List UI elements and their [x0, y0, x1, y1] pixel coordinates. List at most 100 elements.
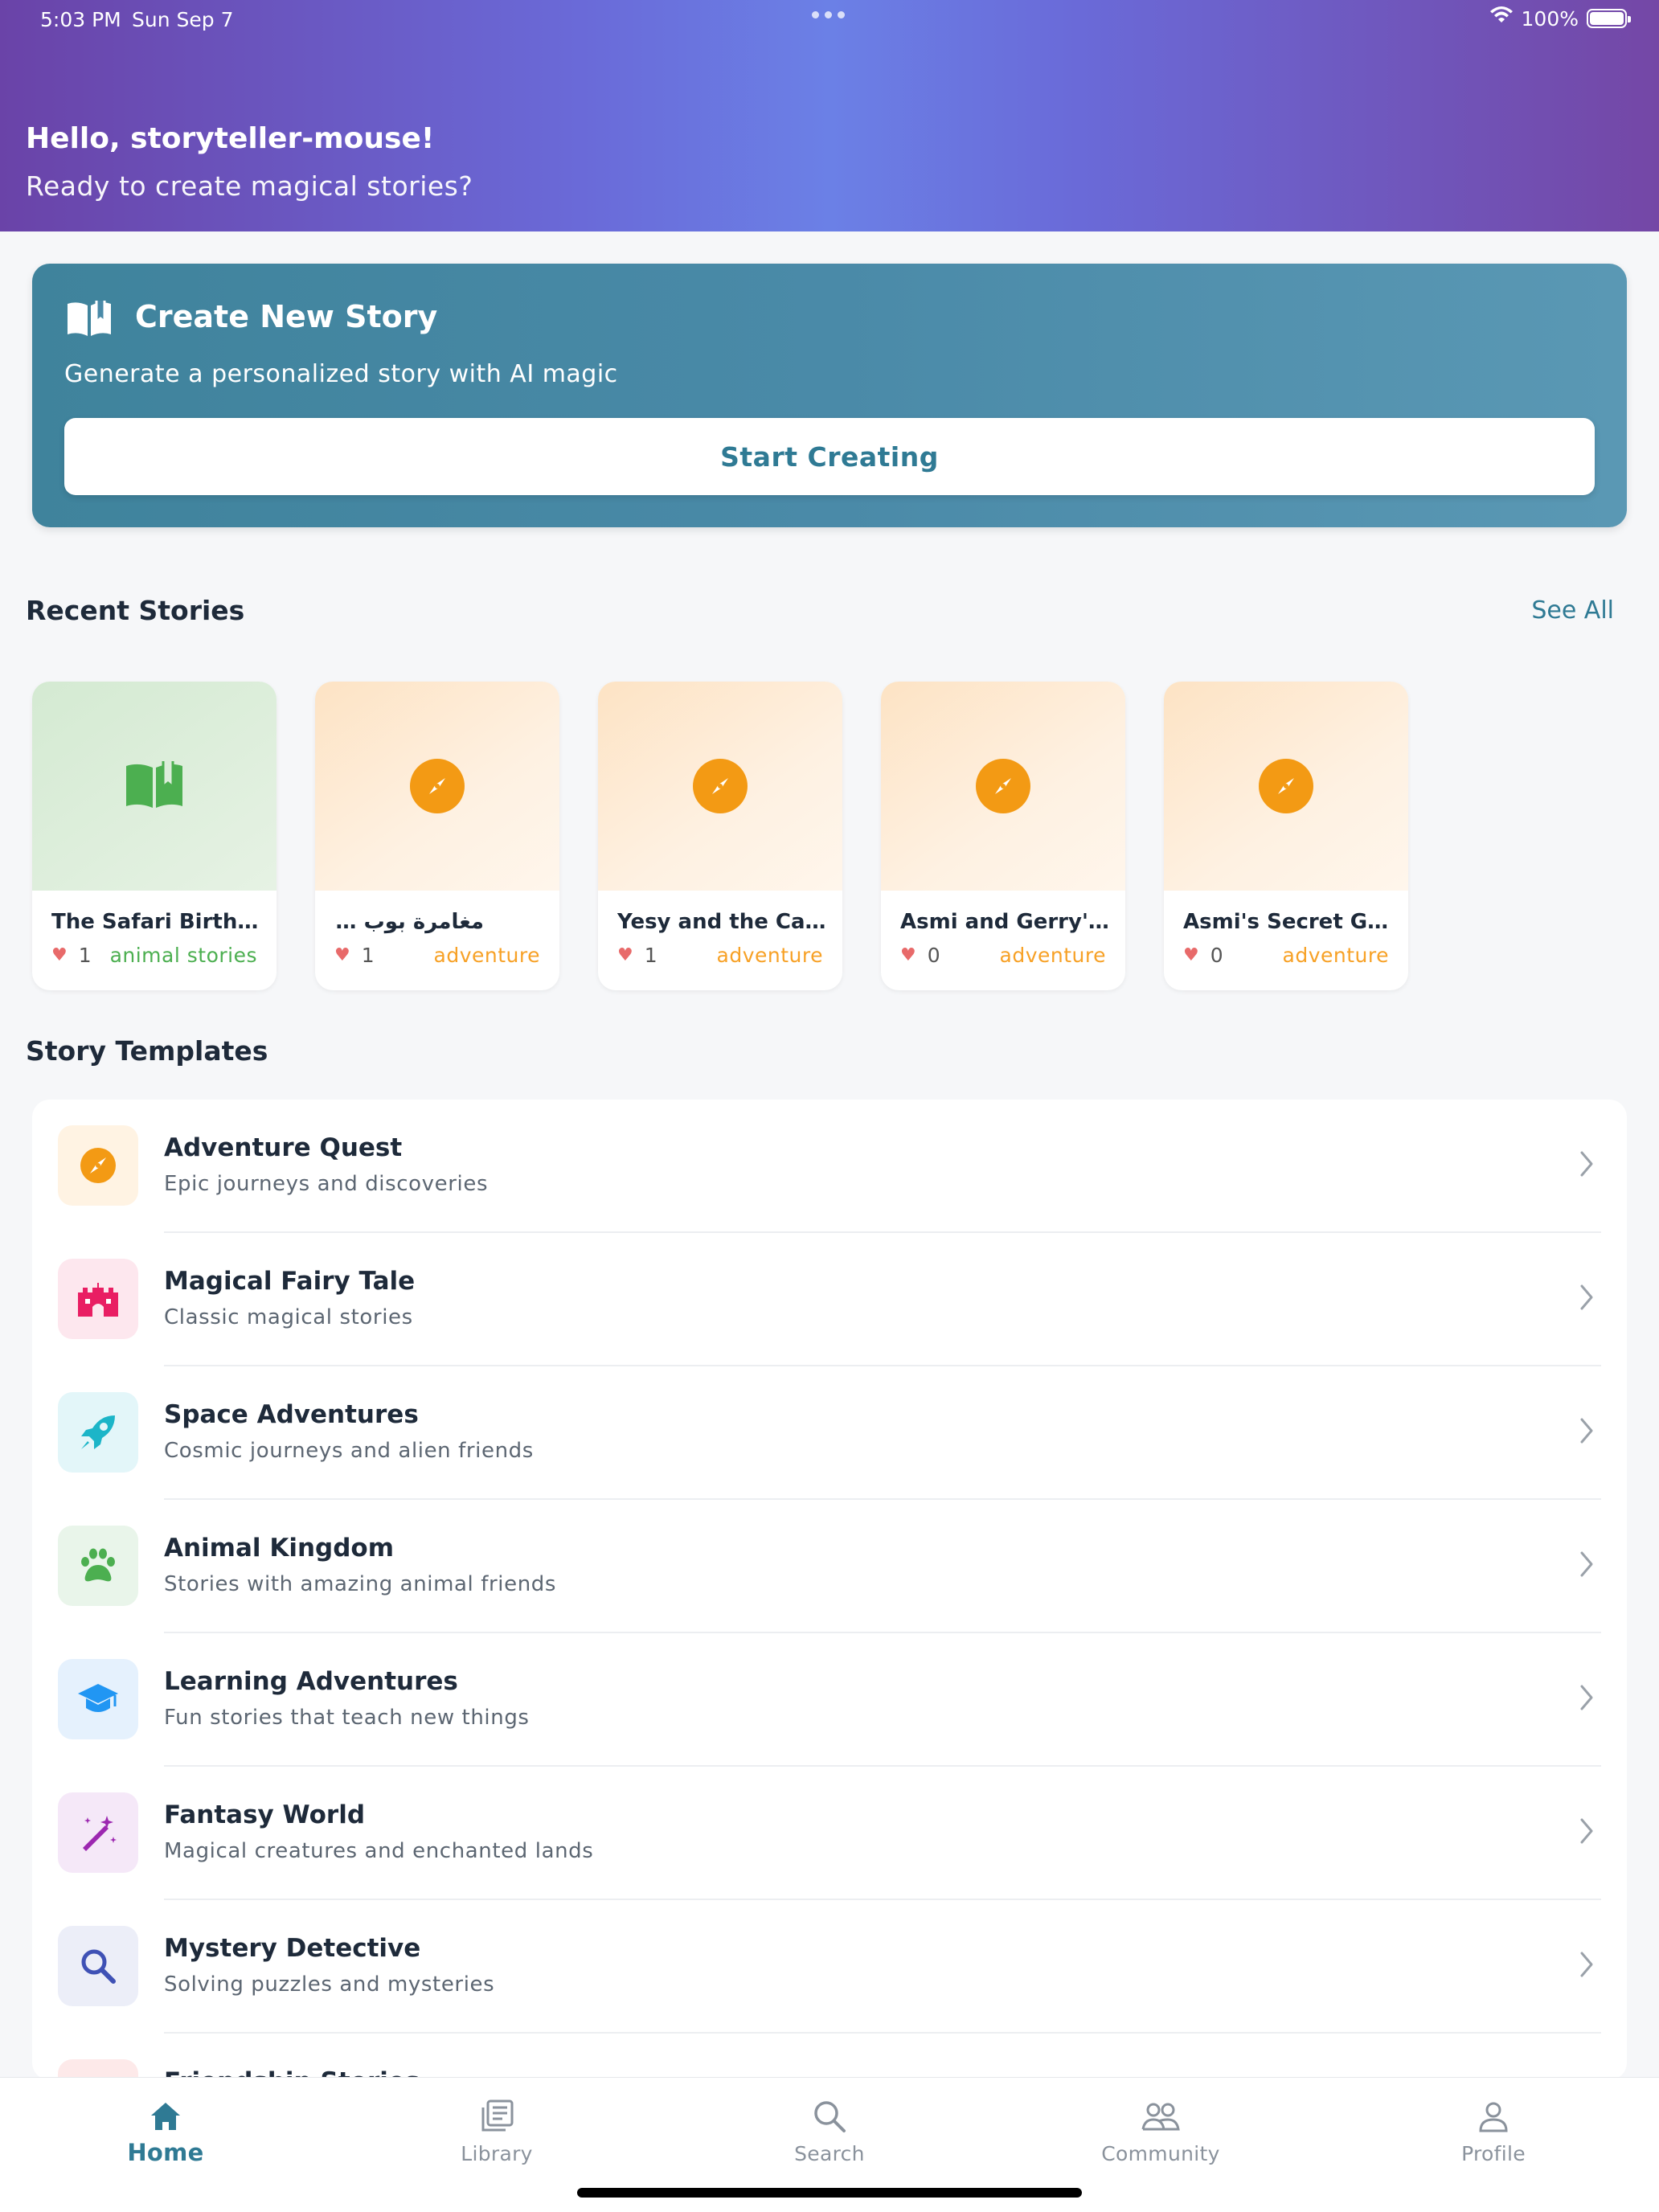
heart-icon: ♥ — [900, 945, 916, 965]
story-title: Yesy and the Cand... — [617, 910, 826, 934]
template-description: Fun stories that teach new things — [164, 1706, 530, 1730]
tab-profile[interactable]: Profile — [1405, 2097, 1582, 2165]
home-icon — [77, 2097, 254, 2136]
tab-label: Community — [1101, 2142, 1220, 2165]
create-story-title: Create New Story — [135, 299, 438, 334]
compass-icon — [1259, 759, 1313, 813]
tab-home[interactable]: Home — [77, 2097, 254, 2166]
compass-icon — [410, 759, 465, 813]
heart-icon: ♥ — [51, 945, 68, 965]
template-space-adventures[interactable]: Space Adventures Cosmic journeys and ali… — [32, 1366, 1627, 1500]
heart-icon: ♥ — [617, 945, 633, 965]
template-title: Space Adventures — [164, 1400, 419, 1429]
start-creating-button[interactable]: Start Creating — [64, 418, 1595, 495]
home-indicator[interactable] — [577, 2188, 1082, 2198]
story-meta: ♥ 1 adventure — [334, 944, 540, 967]
story-card[interactable]: Asmi and Gerry's Ei... ♥ 0 adventure — [881, 682, 1125, 990]
story-cover — [1164, 682, 1408, 891]
battery-percent: 100% — [1521, 6, 1579, 31]
create-story-card: Create New Story Generate a personalized… — [32, 264, 1627, 527]
story-title: مغامرة بوب في الغابة — [334, 910, 484, 934]
story-meta: ♥ 1 animal stories — [51, 944, 257, 967]
community-icon — [1072, 2097, 1249, 2136]
template-description: Epic journeys and discoveries — [164, 1172, 489, 1196]
header: 5:03 PM Sun Sep 7 100% Hello, storytelle… — [0, 0, 1659, 231]
template-description: Stories with amazing animal friends — [164, 1572, 557, 1596]
template-title: Magical Fairy Tale — [164, 1267, 416, 1296]
tab-label: Profile — [1461, 2142, 1526, 2165]
multitasking-dots-icon[interactable] — [812, 11, 845, 18]
tab-search[interactable]: Search — [741, 2097, 918, 2165]
search-icon — [58, 1926, 138, 2006]
template-learning-adventures[interactable]: Learning Adventures Fun stories that tea… — [32, 1633, 1627, 1767]
story-title: Asmi and Gerry's Ei... — [900, 910, 1109, 934]
tab-library[interactable]: Library — [408, 2097, 585, 2165]
story-title: The Safari Birthday ... — [51, 910, 260, 934]
wifi-icon — [1489, 6, 1514, 31]
story-meta: ♥ 0 adventure — [1183, 944, 1389, 967]
template-magical-fairy-tale[interactable]: Magical Fairy Tale Classic magical stori… — [32, 1233, 1627, 1366]
tab-label: Library — [461, 2142, 533, 2165]
template-title: Animal Kingdom — [164, 1534, 395, 1563]
story-card[interactable]: Yesy and the Cand... ♥ 1 adventure — [598, 682, 842, 990]
story-cover — [881, 682, 1125, 891]
open-book-icon — [64, 297, 114, 342]
story-card[interactable]: The Safari Birthday ... ♥ 1 animal stori… — [32, 682, 276, 990]
see-all-link[interactable]: See All — [1531, 596, 1614, 625]
rocket-icon — [58, 1392, 138, 1473]
template-mystery-detective[interactable]: Mystery Detective Solving puzzles and my… — [32, 1900, 1627, 2034]
chevron-right-icon — [1579, 1683, 1595, 1715]
template-title: Mystery Detective — [164, 1934, 421, 1963]
story-category: adventure — [1282, 944, 1389, 967]
story-category: adventure — [433, 944, 540, 967]
tab-community[interactable]: Community — [1072, 2097, 1249, 2165]
heart-icon: ♥ — [334, 945, 350, 965]
story-cover — [32, 682, 276, 891]
template-description: Classic magical stories — [164, 1305, 413, 1329]
chevron-right-icon — [1579, 1550, 1595, 1582]
templates-list: Adventure Quest Epic journeys and discov… — [32, 1100, 1627, 2080]
story-category: animal stories — [109, 944, 257, 967]
story-templates-title: Story Templates — [26, 1035, 268, 1067]
template-title: Learning Adventures — [164, 1667, 458, 1696]
library-icon — [408, 2097, 585, 2136]
tab-label: Home — [127, 2139, 204, 2166]
greeting-title: Hello, storyteller-mouse! — [26, 122, 435, 155]
story-meta: ♥ 0 adventure — [900, 944, 1106, 967]
template-title: Adventure Quest — [164, 1133, 403, 1162]
story-cover — [598, 682, 842, 891]
recent-stories-title: Recent Stories — [26, 595, 245, 626]
chevron-right-icon — [1579, 1416, 1595, 1448]
castle-icon — [58, 1259, 138, 1339]
compass-icon — [58, 1125, 138, 1206]
story-title: Asmi's Secret Gard... — [1183, 910, 1392, 934]
chevron-right-icon — [1579, 1817, 1595, 1849]
battery-icon — [1587, 9, 1631, 28]
magic-wand-icon — [58, 1792, 138, 1873]
story-meta: ♥ 1 adventure — [617, 944, 823, 967]
compass-icon — [976, 759, 1030, 813]
compass-icon — [693, 759, 748, 813]
heart-icon: ♥ — [1183, 945, 1199, 965]
story-category: adventure — [716, 944, 823, 967]
chevron-right-icon — [1579, 1950, 1595, 1982]
status-date: Sun Sep 7 — [132, 8, 234, 31]
chevron-right-icon — [1579, 1283, 1595, 1315]
template-fantasy-world[interactable]: Fantasy World Magical creatures and ench… — [32, 1767, 1627, 1900]
create-story-subtitle: Generate a personalized story with AI ma… — [64, 360, 618, 388]
graduation-cap-icon — [58, 1659, 138, 1739]
template-adventure-quest[interactable]: Adventure Quest Epic journeys and discov… — [32, 1100, 1627, 1233]
template-animal-kingdom[interactable]: Animal Kingdom Stories with amazing anim… — [32, 1500, 1627, 1633]
profile-icon — [1405, 2097, 1582, 2136]
template-description: Solving puzzles and mysteries — [164, 1972, 495, 1997]
status-time: 5:03 PM — [40, 8, 121, 31]
story-card[interactable]: Asmi's Secret Gard... ♥ 0 adventure — [1164, 682, 1408, 990]
template-description: Cosmic journeys and alien friends — [164, 1439, 534, 1463]
paw-icon — [58, 1526, 138, 1606]
story-card[interactable]: مغامرة بوب في الغابة ♥ 1 adventure — [315, 682, 559, 990]
template-friendship-stories[interactable]: Friendship Stories — [32, 2034, 1627, 2080]
story-cover — [315, 682, 559, 891]
likes-count: 1 — [644, 944, 657, 967]
likes-count: 0 — [927, 944, 940, 967]
status-right: 100% — [1489, 6, 1631, 31]
